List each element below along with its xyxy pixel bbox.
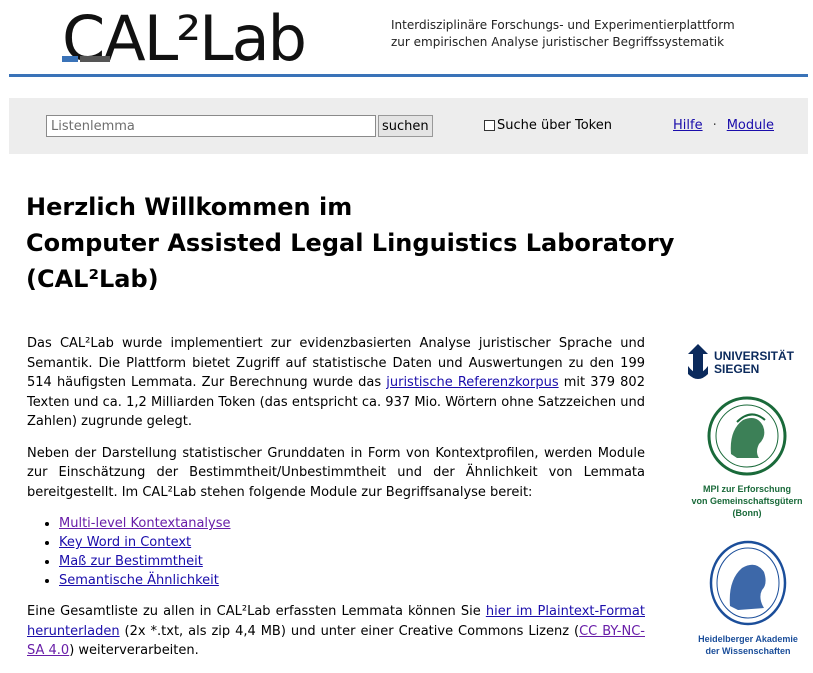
modules-paragraph: Neben der Darstellung statistischer Grun…	[27, 445, 645, 500]
siegen-line-2: SIEGEN	[714, 362, 759, 376]
search-bar: suchen Suche über Token Hilfe · Module	[9, 98, 808, 154]
minerva-icon	[707, 396, 787, 476]
nav-separator: ·	[712, 118, 717, 133]
mpi-caption-line: (Bonn)	[732, 508, 762, 518]
title-line-3: (CAL²Lab)	[26, 265, 159, 293]
list-item: Semantische Ähnlichkeit	[59, 571, 645, 590]
download-text-2: (2x *.txt, als zip 4,4 MB) und unter ein…	[119, 623, 580, 639]
search-button[interactable]: suchen	[378, 115, 433, 137]
title-line-2: Computer Assisted Legal Linguistics Labo…	[26, 229, 675, 257]
top-nav: Hilfe · Module	[673, 118, 774, 133]
tagline: Interdisziplinäre Forschungs- und Experi…	[391, 17, 735, 51]
university-siegen-logo[interactable]: UNIVERSITÄT SIEGEN	[684, 340, 808, 382]
token-search-label: Suche über Token	[497, 118, 612, 133]
download-paragraph: Eine Gesamtliste zu allen in CAL²Lab erf…	[27, 602, 645, 661]
modules-list: Multi-level Kontextanalyse Key Word in C…	[27, 514, 645, 590]
list-item: Multi-level Kontextanalyse	[59, 514, 645, 533]
token-search-toggle[interactable]: Suche über Token	[484, 118, 612, 133]
logo-decoration-icon	[62, 56, 110, 62]
reference-corpus-link[interactable]: juristische Referenzkorpus	[386, 375, 558, 390]
hdaw-caption-line: Heidelberger Akademie	[698, 634, 798, 644]
module-link-bestimmtheit[interactable]: Maß zur Bestimmtheit	[59, 554, 203, 569]
search-input[interactable]	[46, 115, 376, 137]
module-link-multilevel[interactable]: Multi-level Kontextanalyse	[59, 516, 231, 531]
mpi-caption-line: von Gemeinschaftsgütern	[691, 496, 803, 506]
module-link-kwic[interactable]: Key Word in Context	[59, 535, 191, 550]
siegen-line-1: UNIVERSITÄT	[714, 348, 795, 363]
token-search-checkbox[interactable]	[484, 120, 495, 131]
tagline-line-2: zur empirischen Analyse juristischer Beg…	[391, 35, 725, 49]
download-text-1: Eine Gesamtliste zu allen in CAL²Lab erf…	[27, 604, 486, 619]
title-line-1: Herzlich Willkommen im	[26, 193, 353, 221]
list-item: Maß zur Bestimmtheit	[59, 552, 645, 571]
module-link-similarity[interactable]: Semantische Ähnlichkeit	[59, 573, 219, 588]
mpi-caption-line: MPI zur Erforschung	[702, 484, 791, 494]
tagline-line-1: Interdisziplinäre Forschungs- und Experi…	[391, 18, 735, 32]
hdaw-caption-line: der Wissenschaften	[705, 646, 791, 656]
main-content: Das CAL²Lab wurde implementiert zur evid…	[27, 334, 645, 673]
page-title: Herzlich Willkommen im Computer Assisted…	[26, 189, 746, 297]
hdaw-caption: Heidelberger Akademie der Wissenschaften	[686, 633, 810, 657]
list-item: Key Word in Context	[59, 533, 645, 552]
modules-link[interactable]: Module	[727, 118, 774, 133]
cal2lab-logo[interactable]: CAL²Lab	[62, 2, 362, 70]
siegen-emblem-icon	[688, 344, 708, 379]
help-link[interactable]: Hilfe	[673, 118, 703, 133]
academy-seal-icon	[709, 540, 787, 626]
intro-paragraph: Das CAL²Lab wurde implementiert zur evid…	[27, 334, 645, 432]
mpi-caption: MPI zur Erforschung von Gemeinschaftsgüt…	[686, 483, 808, 519]
heidelberg-academy-logo[interactable]: Heidelberger Akademie der Wissenschaften	[686, 540, 810, 657]
mpi-logo[interactable]: MPI zur Erforschung von Gemeinschaftsgüt…	[686, 396, 808, 519]
header-divider	[9, 74, 808, 77]
download-text-3: ) weiterverarbeiten.	[69, 643, 199, 658]
